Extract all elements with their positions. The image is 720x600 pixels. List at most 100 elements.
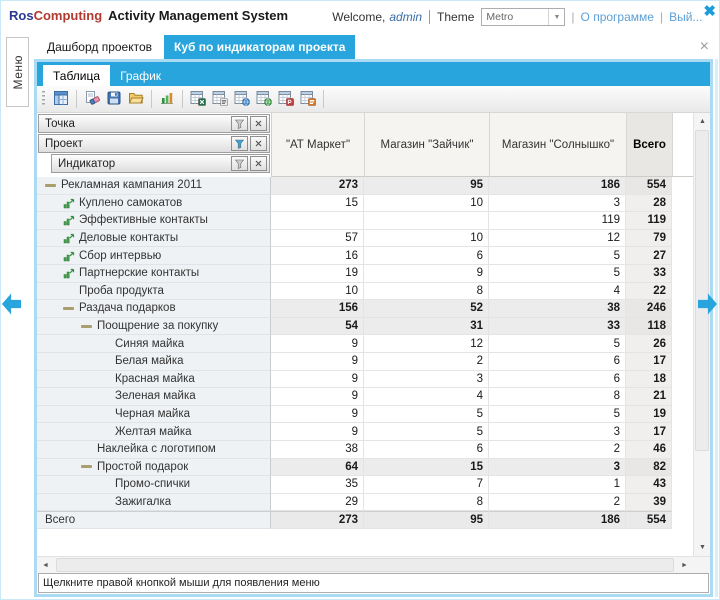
- pivot-cell[interactable]: 15: [364, 458, 489, 477]
- remove-field-icon[interactable]: [250, 136, 267, 151]
- pivot-cell[interactable]: 5: [489, 405, 626, 424]
- pivot-cell[interactable]: 12: [489, 229, 626, 248]
- pivot-cell[interactable]: 54: [271, 317, 364, 336]
- pivot-cell[interactable]: 5: [364, 423, 489, 441]
- pivot-cell[interactable]: 6: [489, 352, 626, 371]
- pivot-cell[interactable]: 43: [626, 476, 672, 494]
- tab-cube[interactable]: Куб по индикаторам проекта: [164, 35, 356, 59]
- export-rtf-button[interactable]: [297, 88, 319, 110]
- pivot-cell[interactable]: 31: [364, 317, 489, 336]
- row-label-cell[interactable]: Деловые контакты: [37, 229, 271, 248]
- column-header[interactable]: "АТ Маркет": [272, 113, 365, 177]
- logout-link[interactable]: Вый...: [669, 10, 702, 24]
- pivot-cell[interactable]: [271, 212, 364, 230]
- pivot-cell[interactable]: 7: [364, 476, 489, 494]
- pivot-cell[interactable]: 28: [626, 194, 672, 213]
- filter-icon[interactable]: [231, 136, 248, 151]
- field-button-point[interactable]: Точка: [38, 114, 270, 133]
- tab-dashboard[interactable]: Дашборд проектов: [37, 35, 163, 59]
- scroll-down-icon[interactable]: ▼: [694, 539, 711, 556]
- pivot-cell[interactable]: 2: [489, 493, 626, 512]
- export-txt-button[interactable]: [209, 88, 231, 110]
- horizontal-scroll-thumb[interactable]: [56, 558, 674, 572]
- pivot-cell[interactable]: 4: [364, 388, 489, 406]
- row-label-cell[interactable]: Зажигалка: [37, 493, 271, 512]
- pivot-cell[interactable]: 246: [626, 300, 672, 318]
- subtab-table[interactable]: Таблица: [43, 65, 111, 86]
- save-layout-button[interactable]: [103, 88, 125, 110]
- pivot-cell[interactable]: 186: [489, 511, 626, 529]
- row-label-cell[interactable]: Желтая майка: [37, 423, 271, 441]
- horizontal-scroll-track[interactable]: [54, 557, 676, 573]
- pivot-cell[interactable]: 156: [271, 300, 364, 318]
- subtab-chart[interactable]: График: [110, 65, 171, 86]
- pivot-cell[interactable]: 95: [364, 511, 489, 529]
- pivot-cell[interactable]: 9: [271, 388, 364, 406]
- vertical-scrollbar[interactable]: ▲ ▼: [693, 113, 710, 556]
- column-header[interactable]: Всего: [627, 113, 673, 177]
- pivot-cell[interactable]: 6: [364, 247, 489, 265]
- pivot-cell[interactable]: 5: [489, 264, 626, 283]
- field-button-indicator[interactable]: Индикатор: [51, 154, 270, 173]
- pivot-cell[interactable]: 57: [271, 229, 364, 248]
- row-label-cell[interactable]: Поощрение за покупку: [37, 317, 271, 336]
- pivot-cell[interactable]: 554: [626, 511, 672, 529]
- pivot-cell[interactable]: 19: [271, 264, 364, 283]
- pivot-cell[interactable]: 4: [489, 282, 626, 301]
- pivot-layout-button[interactable]: [50, 88, 72, 110]
- pivot-cell[interactable]: 18: [626, 370, 672, 389]
- scroll-left-icon[interactable]: ◄: [37, 557, 54, 574]
- row-label-cell[interactable]: Синяя майка: [37, 335, 271, 353]
- remove-field-icon[interactable]: [250, 156, 267, 171]
- scroll-up-icon[interactable]: ▲: [694, 113, 711, 130]
- row-label-cell[interactable]: Раздача подарков: [37, 300, 271, 318]
- pivot-cell[interactable]: 79: [626, 229, 672, 248]
- pivot-cell[interactable]: 12: [364, 335, 489, 353]
- row-label-cell[interactable]: Зеленая майка: [37, 388, 271, 406]
- toolbar-grip-icon[interactable]: [42, 91, 45, 107]
- row-label-cell[interactable]: Партнерские контакты: [37, 264, 271, 283]
- column-header[interactable]: Магазин "Солнышко": [490, 113, 627, 177]
- theme-select[interactable]: Metro ▼: [481, 8, 566, 26]
- column-header[interactable]: Магазин "Зайчик": [365, 113, 490, 177]
- row-label-cell[interactable]: Рекламная кампания 2011: [37, 177, 271, 195]
- pivot-cell[interactable]: 5: [364, 405, 489, 424]
- pivot-cell[interactable]: 119: [489, 212, 626, 230]
- pivot-cell[interactable]: 19: [626, 405, 672, 424]
- pivot-cell[interactable]: 64: [271, 458, 364, 477]
- field-button-project[interactable]: Проект: [38, 134, 270, 153]
- pivot-cell[interactable]: 35: [271, 476, 364, 494]
- pivot-cell[interactable]: 95: [364, 177, 489, 195]
- pivot-cell[interactable]: 10: [271, 282, 364, 301]
- vertical-scroll-track[interactable]: [694, 130, 710, 539]
- collapse-minus-icon[interactable]: [63, 306, 74, 310]
- row-label-cell[interactable]: Наклейка с логотипом: [37, 440, 271, 459]
- pivot-cell[interactable]: 29: [271, 493, 364, 512]
- pivot-cell[interactable]: 10: [364, 194, 489, 213]
- open-layout-button[interactable]: [125, 88, 147, 110]
- vertical-scroll-thumb[interactable]: [695, 130, 709, 452]
- collapse-minus-icon[interactable]: [81, 324, 92, 328]
- row-label-cell[interactable]: Черная майка: [37, 405, 271, 424]
- pivot-cell[interactable]: 16: [271, 247, 364, 265]
- export-mht-button[interactable]: [231, 88, 253, 110]
- tab-close-icon[interactable]: ×: [700, 39, 709, 55]
- pivot-cell[interactable]: 33: [489, 317, 626, 336]
- row-label-cell[interactable]: Простой подарок: [37, 458, 271, 477]
- collapse-minus-icon[interactable]: [81, 465, 92, 469]
- collapse-panel-left-arrow-icon[interactable]: [2, 293, 21, 315]
- pivot-cell[interactable]: 186: [489, 177, 626, 195]
- window-close-icon[interactable]: ✖: [703, 2, 716, 20]
- row-label-cell[interactable]: Промо-спички: [37, 476, 271, 494]
- export-xls-button[interactable]: [187, 88, 209, 110]
- scroll-right-icon[interactable]: ►: [676, 557, 693, 574]
- pivot-cell[interactable]: 8: [489, 388, 626, 406]
- pivot-cell[interactable]: 6: [364, 440, 489, 459]
- pivot-cell[interactable]: 273: [271, 177, 364, 195]
- pivot-cell[interactable]: 6: [489, 370, 626, 389]
- row-label-cell[interactable]: Эффективные контакты: [37, 212, 271, 230]
- filter-icon[interactable]: [231, 156, 248, 171]
- pivot-cell[interactable]: 46: [626, 440, 672, 459]
- pivot-cell[interactable]: 5: [489, 335, 626, 353]
- pivot-cell[interactable]: 9: [271, 352, 364, 371]
